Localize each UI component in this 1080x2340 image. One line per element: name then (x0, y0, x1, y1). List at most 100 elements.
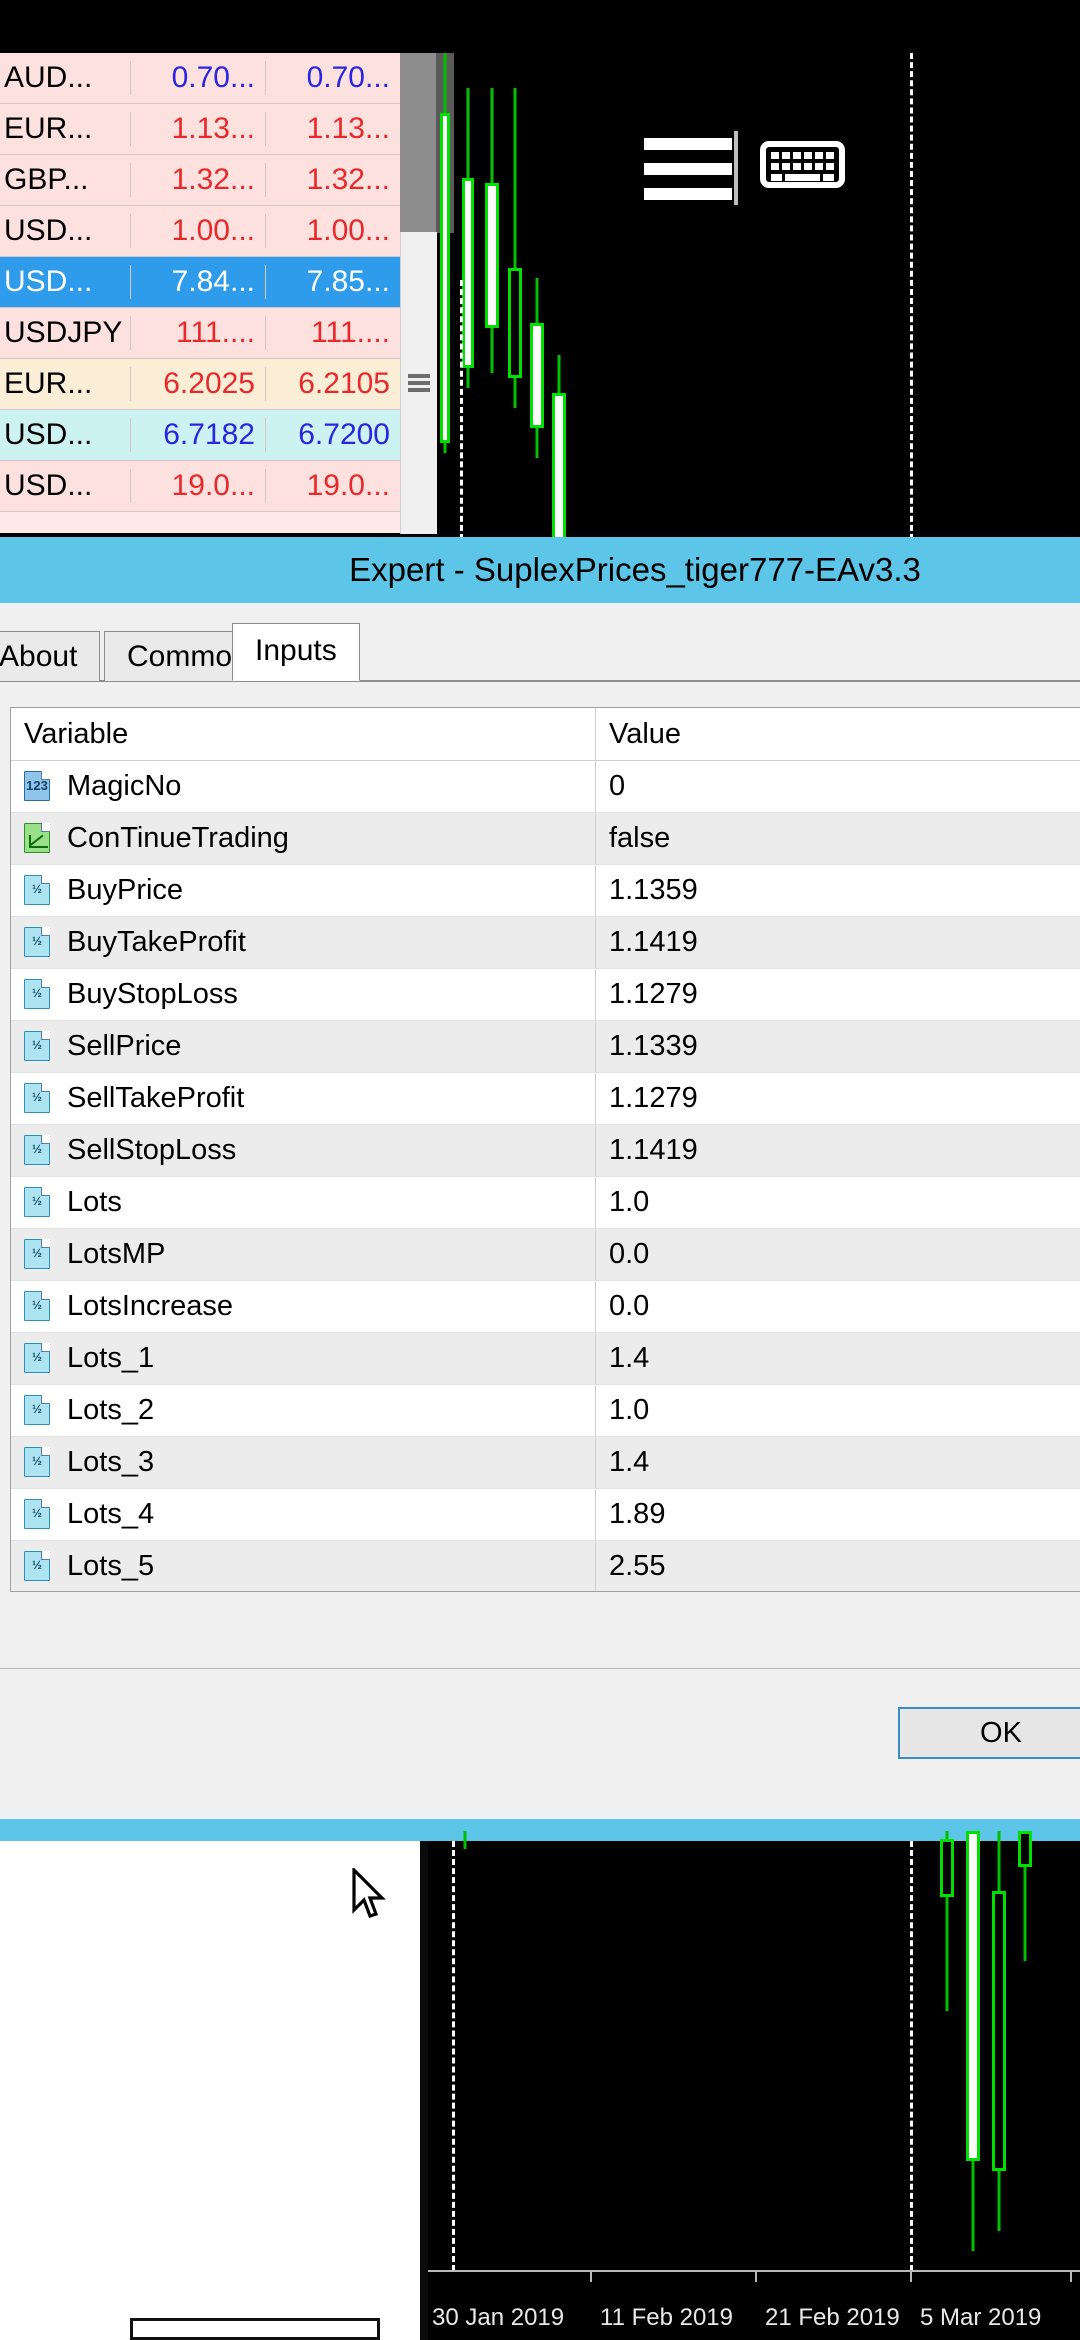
double-variable-icon: ½ (24, 1447, 54, 1479)
value-cell[interactable]: 1.0 (596, 1177, 1080, 1228)
variable-cell: ½LotsIncrease (11, 1281, 596, 1332)
value-cell[interactable]: 2.55 (596, 1541, 1080, 1592)
symbol-cell: USDJPY (0, 316, 130, 350)
table-row[interactable]: ½Lots_21.0 (11, 1385, 1080, 1437)
table-row[interactable]: ½Lots_11.4 (11, 1333, 1080, 1385)
keyboard-icon[interactable] (760, 141, 845, 188)
value-cell[interactable]: 0 (596, 761, 1080, 812)
variable-name: SellStopLoss (67, 1134, 236, 1167)
axis-tick (590, 2270, 592, 2282)
symbol-cell: USD... (0, 265, 130, 299)
table-body: 123MagicNo0ConTinueTradingfalse½BuyPrice… (11, 761, 1080, 1592)
symbol-cell: USD... (0, 214, 130, 248)
double-variable-icon: ½ (24, 979, 54, 1011)
value-cell[interactable]: 1.1279 (596, 1073, 1080, 1124)
market-watch-scrollbar[interactable] (400, 232, 437, 534)
double-variable-icon: ½ (24, 1239, 54, 1271)
variable-name: Lots_3 (67, 1446, 154, 1479)
axis-tick (910, 2270, 912, 2282)
table-row[interactable]: ConTinueTradingfalse (11, 813, 1080, 865)
bid-cell: 0.70... (130, 61, 265, 95)
bid-cell: 1.00... (130, 214, 265, 248)
table-row[interactable]: ½Lots1.0 (11, 1177, 1080, 1229)
bottom-blue-bar (0, 1819, 1080, 1841)
value-cell[interactable]: 1.89 (596, 1489, 1080, 1540)
market-watch-row[interactable]: USD...19.0...19.0... (0, 461, 400, 512)
bid-cell: 6.7182 (130, 418, 265, 452)
market-watch-row[interactable]: AUD...0.70...0.70... (0, 53, 400, 104)
variable-name: BuyStopLoss (67, 978, 238, 1011)
table-row[interactable]: ½ BuyStopLoss 1.1279 (11, 969, 1080, 1021)
symbol-cell: EUR... (0, 112, 130, 146)
value-cell[interactable]: 0.0 (596, 1281, 1080, 1332)
table-row[interactable]: ½Lots_52.55 (11, 1541, 1080, 1592)
variable-cell: ½Lots_1 (11, 1333, 596, 1384)
value-cell[interactable]: 0.0 (596, 1229, 1080, 1280)
system-overlay-bar (372, 53, 1080, 223)
double-variable-icon: ½ (24, 1499, 54, 1531)
variable-cell: ½Lots_2 (11, 1385, 596, 1436)
variable-name: SellPrice (67, 1030, 181, 1063)
table-header-row: Variable Value (11, 708, 1080, 761)
market-watch-row[interactable]: GBP...1.32...1.32... (0, 155, 400, 206)
variable-name: Lots_5 (67, 1550, 154, 1583)
market-watch-row[interactable]: EUR...6.20256.2105 (0, 359, 400, 410)
hamburger-menu-icon[interactable] (644, 138, 732, 200)
bid-cell: 1.32... (130, 163, 265, 197)
variable-cell: ½ BuyStopLoss (11, 969, 596, 1020)
dialog-titlebar: Expert - SuplexPrices_tiger777-EAv3.3 (0, 537, 1080, 603)
candlestick (940, 1831, 954, 2011)
market-watch-row[interactable]: EUR...1.13...1.13... (0, 104, 400, 155)
table-row[interactable]: ½LotsMP0.0 (11, 1229, 1080, 1281)
value-cell[interactable]: 1.1279 (596, 969, 1080, 1020)
mouse-cursor (352, 1868, 388, 1920)
market-watch-row[interactable]: USD...1.00...1.00... (0, 206, 400, 257)
axis-label-0: 30 Jan 2019 (432, 2304, 564, 2332)
table-row[interactable]: ½LotsIncrease0.0 (11, 1281, 1080, 1333)
variable-cell: ½Lots_4 (11, 1489, 596, 1540)
bid-cell: 19.0... (130, 469, 265, 503)
market-watch-row[interactable]: USDJPY111....111.... (0, 308, 400, 359)
double-variable-icon: ½ (24, 1395, 54, 1427)
axis-tick (1070, 2270, 1072, 2282)
bottom-widget-box[interactable] (130, 2318, 380, 2340)
market-watch-panel[interactable]: AUD...0.70...0.70...EUR...1.13...1.13...… (0, 53, 400, 533)
tab-about[interactable]: About (0, 631, 100, 681)
market-watch-row[interactable]: USD...7.84...7.85... (0, 257, 400, 308)
table-row[interactable]: ½SellTakeProfit1.1279 (11, 1073, 1080, 1125)
table-row[interactable]: ½BuyTakeProfit1.1419 (11, 917, 1080, 969)
table-row[interactable]: ½BuyPrice1.1359 (11, 865, 1080, 917)
table-row[interactable]: ½SellPrice1.1339 (11, 1021, 1080, 1073)
table-row[interactable]: ½Lots_41.89 (11, 1489, 1080, 1541)
value-cell[interactable]: 1.4 (596, 1437, 1080, 1488)
tab-inputs[interactable]: Inputs (232, 623, 360, 681)
column-header-value: Value (596, 708, 1080, 760)
double-variable-icon: ½ (24, 927, 54, 959)
market-watch-row[interactable]: USD...6.71826.7200 (0, 410, 400, 461)
double-variable-icon: ½ (24, 1083, 54, 1115)
candlestick (530, 278, 544, 458)
double-variable-icon: ½ (24, 1343, 54, 1375)
value-cell[interactable]: 1.1419 (596, 917, 1080, 968)
double-variable-icon: ½ (24, 1291, 54, 1323)
double-variable-icon: ½ (24, 1187, 54, 1219)
table-row[interactable]: ½SellStopLoss1.1419 (11, 1125, 1080, 1177)
table-row[interactable]: 123MagicNo0 (11, 761, 1080, 813)
bid-cell: 7.84... (130, 265, 265, 299)
column-header-variable: Variable (11, 708, 596, 760)
price-chart[interactable]: 30 Jan 2019 11 Feb 2019 21 Feb 2019 5 Ma… (420, 1841, 1080, 2340)
variable-cell: ½Lots_5 (11, 1541, 596, 1592)
chart-gridline (452, 1841, 455, 2271)
table-row[interactable]: ½ Lots_3 1.4 (11, 1437, 1080, 1489)
value-cell[interactable]: 1.1339 (596, 1021, 1080, 1072)
value-cell[interactable]: 1.1359 (596, 865, 1080, 916)
value-cell[interactable]: 1.4 (596, 1333, 1080, 1384)
dialog-title: Expert - SuplexPrices_tiger777-EAv3.3 (159, 551, 921, 589)
value-cell[interactable]: 1.1419 (596, 1125, 1080, 1176)
value-cell[interactable]: 1.0 (596, 1385, 1080, 1436)
variable-cell: ½BuyTakeProfit (11, 917, 596, 968)
inputs-table[interactable]: Variable Value 123MagicNo0ConTinueTradin… (10, 707, 1080, 1592)
value-cell[interactable]: false (596, 813, 1080, 864)
toolbar-divider (734, 131, 738, 205)
ok-button[interactable]: OK (898, 1707, 1080, 1759)
